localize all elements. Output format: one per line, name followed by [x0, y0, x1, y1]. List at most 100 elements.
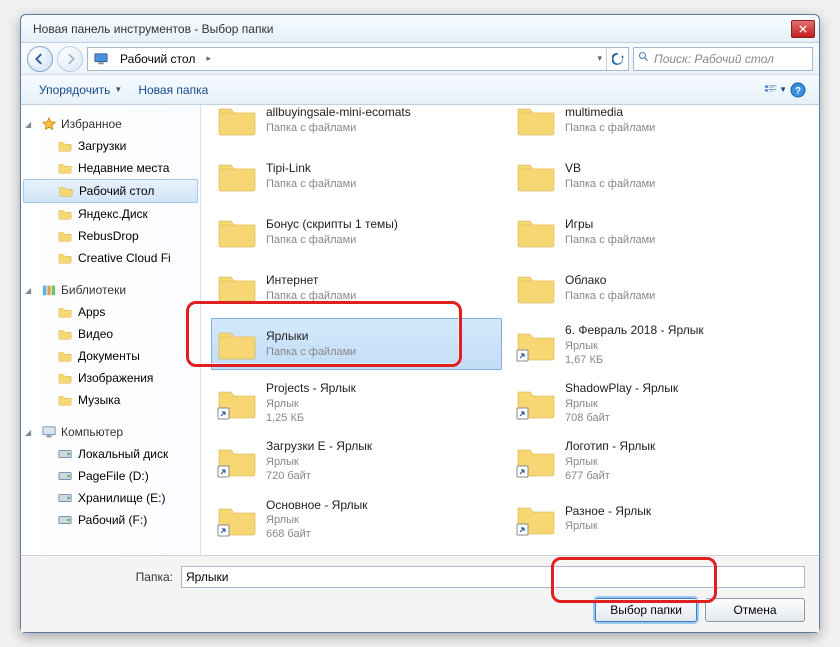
shortcut-icon — [216, 440, 258, 482]
file-size: 720 байт — [266, 469, 372, 483]
file-size: 1,25 КБ — [266, 411, 356, 425]
file-item[interactable]: ИгрыПапка с файлами — [510, 206, 801, 258]
arrow-right-icon — [64, 53, 76, 65]
file-item[interactable]: allbuyingsale-mini-ecomatsПапка с файлам… — [211, 105, 502, 146]
sidebar-item[interactable]: Музыка — [21, 389, 200, 411]
breadcrumb-segment[interactable]: Рабочий стол — [114, 48, 202, 70]
file-item[interactable]: ОблакоПапка с файлами — [510, 262, 801, 314]
sidebar-item[interactable]: Локальный диск — [21, 443, 200, 465]
file-item[interactable]: ИнтернетПапка с файлами — [211, 262, 502, 314]
sidebar-item[interactable]: Creative Cloud Fi — [21, 247, 200, 269]
file-size: 677 байт — [565, 469, 655, 483]
folder-icon — [57, 348, 73, 364]
file-item[interactable]: Бонус (скрипты 1 темы)Папка с файлами — [211, 206, 502, 258]
collapse-icon: ◢ — [25, 120, 35, 129]
forward-button[interactable] — [57, 46, 83, 72]
sidebar-item[interactable]: Яндекс.Диск — [21, 203, 200, 225]
file-item[interactable]: Логотип - ЯрлыкЯрлык677 байт — [510, 434, 801, 488]
file-item[interactable]: ЯрлыкиПапка с файлами — [211, 318, 502, 370]
computer-icon — [41, 424, 57, 440]
file-item[interactable]: multimediaПапка с файлами — [510, 105, 801, 146]
favorites-header[interactable]: ◢ Избранное — [21, 113, 200, 135]
computer-group: ◢ Компьютер Локальный диск PageFile (D:) Х… — [21, 421, 200, 531]
file-name: ShadowPlay - Ярлык — [565, 381, 678, 397]
sidebar-item[interactable]: Видео — [21, 323, 200, 345]
sidebar-item[interactable]: Хранилище (E:) — [21, 487, 200, 509]
folder-icon — [57, 228, 73, 244]
sidebar-item[interactable]: Изображения — [21, 367, 200, 389]
list-view-icon — [765, 83, 777, 97]
folder-icon — [57, 250, 73, 266]
search-input[interactable]: Поиск: Рабочий стол — [633, 47, 813, 71]
folder-input[interactable] — [181, 566, 805, 588]
view-options-button[interactable]: ▼ — [765, 79, 787, 101]
sidebar-item[interactable]: Рабочий стол — [23, 179, 198, 203]
dialog-footer: Папка: Выбор папки Отмена — [21, 555, 819, 632]
file-type: Папка с файлами — [266, 345, 356, 359]
collapse-icon: ◢ — [25, 428, 35, 437]
file-size: 668 байт — [266, 527, 367, 541]
folder-icon — [57, 392, 73, 408]
toolbar: Упорядочить▼ Новая папка ▼ ? — [21, 75, 819, 105]
cancel-button[interactable]: Отмена — [705, 598, 805, 622]
sidebar-item[interactable]: Apps — [21, 301, 200, 323]
file-type: Папка с файлами — [565, 233, 655, 247]
sidebar-item-label: Документы — [78, 349, 140, 363]
svg-text:?: ? — [795, 86, 801, 97]
close-button[interactable] — [791, 20, 815, 38]
libraries-group: ◢ Библиотеки Apps Видео Документы Изображен… — [21, 279, 200, 411]
back-button[interactable] — [27, 46, 53, 72]
titlebar[interactable]: Новая панель инструментов - Выбор папки — [21, 15, 819, 43]
refresh-button[interactable] — [606, 48, 628, 70]
file-item[interactable]: ShadowPlay - ЯрлыкЯрлык708 байт — [510, 376, 801, 430]
file-item[interactable]: 6. Февраль 2018 - ЯрлыкЯрлык1,67 КБ — [510, 318, 801, 372]
file-type: Ярлык — [565, 455, 655, 469]
sidebar-item[interactable]: Недавние места — [21, 157, 200, 179]
help-button[interactable]: ? — [787, 79, 809, 101]
shortcut-icon — [515, 498, 557, 540]
address-bar[interactable]: Рабочий стол ▸ ▾ — [87, 47, 629, 71]
file-item[interactable]: Основное - ЯрлыкЯрлык668 байт — [211, 493, 502, 547]
libraries-header[interactable]: ◢ Библиотеки — [21, 279, 200, 301]
folder-icon — [57, 138, 73, 154]
sidebar-item-label: Рабочий стол — [79, 184, 154, 198]
chevron-down-icon[interactable]: ▾ — [593, 53, 606, 64]
file-grid[interactable]: allbuyingsale-mini-ecomatsПапка с файлам… — [201, 105, 819, 555]
sidebar-item[interactable]: PageFile (D:) — [21, 465, 200, 487]
sidebar-item[interactable]: Рабочий (F:) — [21, 509, 200, 531]
file-item[interactable]: Разное - ЯрлыкЯрлык — [510, 493, 801, 545]
file-name: Разное - Ярлык — [565, 504, 651, 520]
sidebar-item[interactable]: Загрузки — [21, 135, 200, 157]
file-type: Ярлык — [266, 455, 372, 469]
new-folder-button[interactable]: Новая папка — [130, 79, 216, 101]
sidebar-item-label: PageFile (D:) — [78, 469, 149, 483]
folder-icon — [57, 468, 73, 484]
sidebar-item-label: Недавние места — [78, 161, 169, 175]
folder-icon — [57, 370, 73, 386]
file-item[interactable]: Загрузки Е - ЯрлыкЯрлык720 байт — [211, 434, 502, 488]
sidebar-item[interactable]: Документы — [21, 345, 200, 367]
folder-icon — [57, 160, 73, 176]
folder-icon — [515, 211, 557, 253]
file-name: multimedia — [565, 105, 655, 121]
folder-icon — [515, 267, 557, 309]
file-name: VB — [565, 161, 655, 177]
select-folder-button[interactable]: Выбор папки — [595, 598, 697, 622]
help-icon: ? — [790, 82, 806, 98]
file-item[interactable]: VBПапка с файлами — [510, 150, 801, 202]
sidebar-item[interactable]: RebusDrop — [21, 225, 200, 247]
navigation-bar: Рабочий стол ▸ ▾ Поиск: Рабочий стол — [21, 43, 819, 75]
navigation-pane: ◢ Избранное Загрузки Недавние места Рабочи… — [21, 105, 201, 555]
chevron-right-icon[interactable]: ▸ — [202, 53, 215, 64]
file-item[interactable]: Projects - ЯрлыкЯрлык1,25 КБ — [211, 376, 502, 430]
computer-header[interactable]: ◢ Компьютер — [21, 421, 200, 443]
sidebar-item-label: RebusDrop — [78, 229, 139, 243]
sidebar-item-label: Видео — [78, 327, 113, 341]
shortcut-icon — [216, 382, 258, 424]
favorites-group: ◢ Избранное Загрузки Недавние места Рабочи… — [21, 113, 200, 269]
arrow-left-icon — [34, 53, 46, 65]
organize-button[interactable]: Упорядочить▼ — [31, 79, 130, 101]
file-type: Папка с файлами — [266, 289, 356, 303]
file-size: 708 байт — [565, 411, 678, 425]
file-item[interactable]: Tipi-LinkПапка с файлами — [211, 150, 502, 202]
